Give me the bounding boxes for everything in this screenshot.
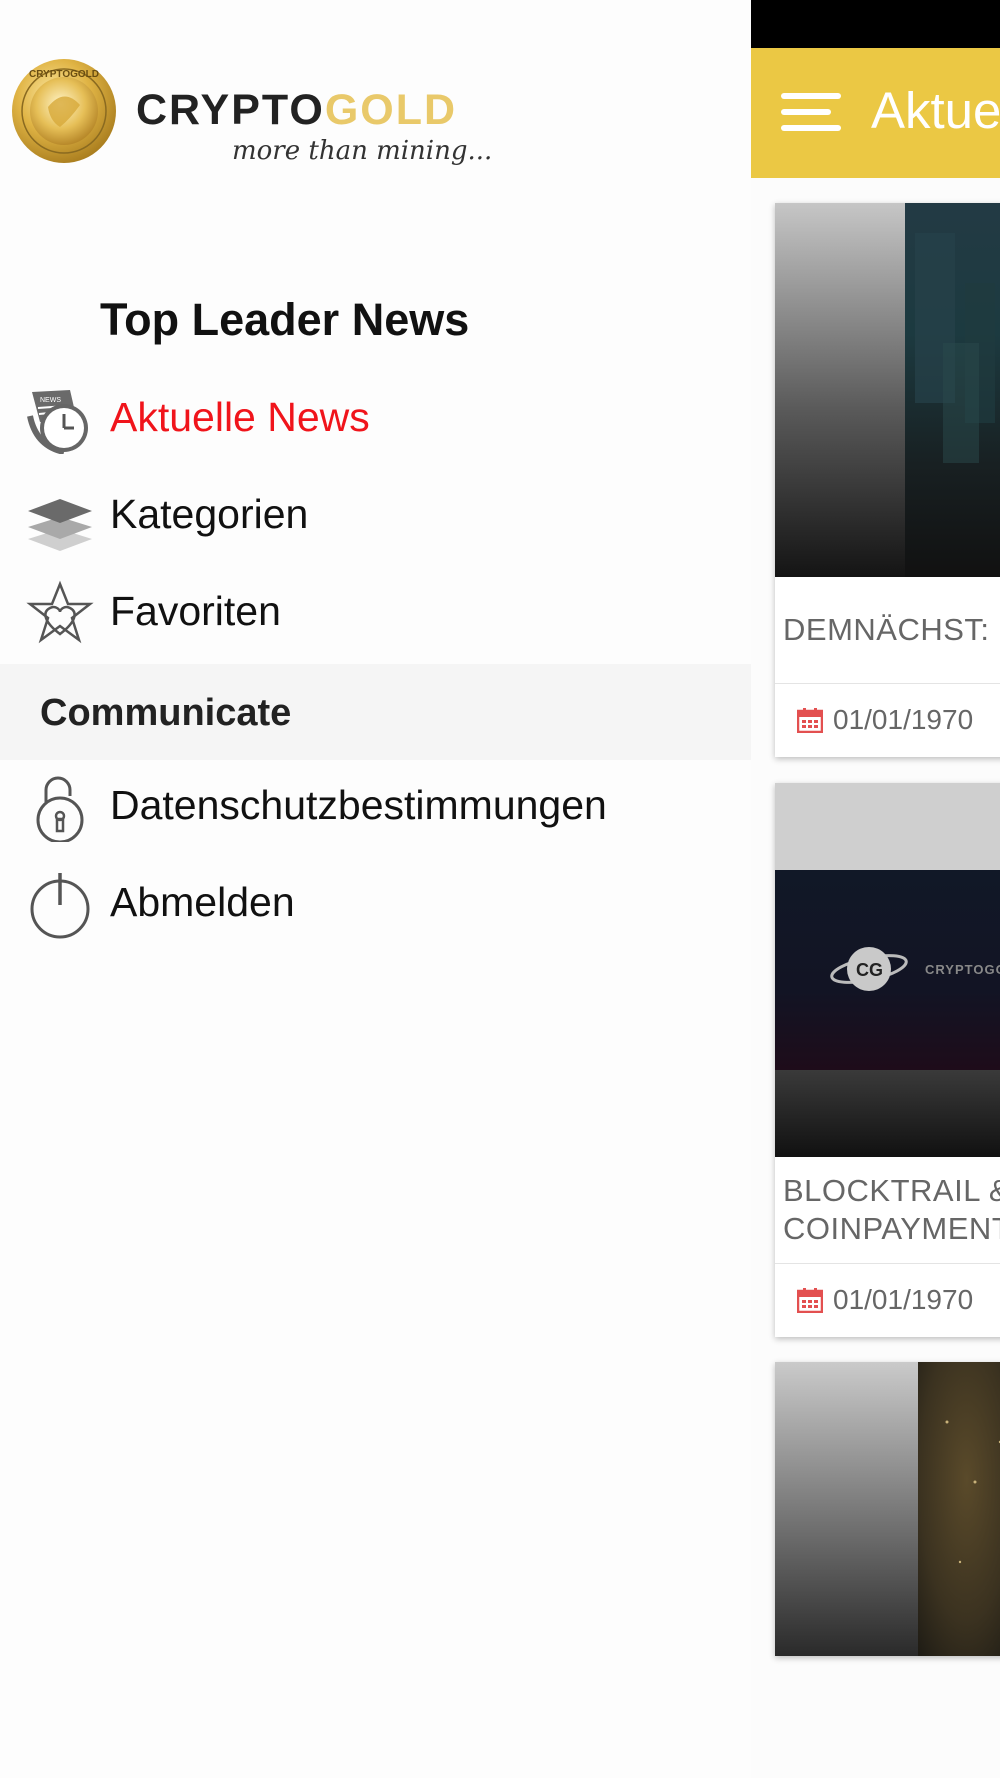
news-title-line2: COINPAYMENTS — [783, 1211, 1000, 1246]
nav-item-label: Kategorien — [110, 491, 309, 537]
nav-item-label: Aktuelle News — [110, 394, 370, 440]
thumbnail-logo-text: CRYPTOGOLD — [925, 962, 1000, 977]
cgn-logo-thumbnail: CG CRYPTOGOLD — [775, 783, 1000, 1157]
news-card[interactable]: CG CRYPTOGOLD BLOCKTRAIL & COINPAYMENTS … — [775, 783, 1000, 1337]
brand-name-part1: CRYPTO — [136, 86, 325, 134]
cryptogold-coin-logo: CRYPTOGOLD — [12, 59, 116, 163]
nav-item-aktuelle-news[interactable]: NEWS Aktuelle News — [0, 370, 751, 466]
calendar-icon — [797, 708, 823, 733]
app-bar: Aktuelle News — [751, 48, 1000, 178]
nav-item-favoriten[interactable]: Favoriten — [0, 564, 751, 660]
gold-nugget-thumbnail — [775, 1362, 1000, 1656]
nav-item-label: Abmelden — [110, 879, 295, 925]
group-header-label: Communicate — [40, 692, 292, 734]
news-title-line1: BLOCKTRAIL & — [783, 1173, 1000, 1208]
brand-name: CRYPTOGOLD — [136, 86, 457, 135]
navigation-drawer: CRYPTOGOLD CRYPTOGOLD more than mining..… — [0, 0, 751, 1778]
star-heart-icon — [26, 580, 94, 644]
layers-icon — [28, 499, 92, 551]
nav-item-datenschutzbestimmungen[interactable]: Datenschutzbestimmungen — [0, 758, 751, 854]
hamburger-menu-icon[interactable] — [781, 93, 841, 133]
power-icon — [30, 873, 90, 939]
news-date: 01/01/1970 — [775, 683, 1000, 756]
nav-item-abmelden[interactable]: Abmelden — [0, 855, 751, 951]
city-night-thumbnail — [775, 203, 1000, 577]
svg-text:CG: CG — [856, 960, 883, 980]
group-header-communicate: Communicate — [0, 664, 751, 760]
svg-text:CRYPTOGOLD: CRYPTOGOLD — [29, 69, 99, 80]
calendar-icon — [797, 1288, 823, 1313]
news-title: DEMNÄCHST: — [783, 612, 990, 647]
news-clock-icon: NEWS — [27, 390, 88, 454]
nav-item-label: Datenschutzbestimmungen — [110, 782, 607, 828]
news-date-text: 01/01/1970 — [833, 1284, 974, 1315]
app-bar-title: Aktuelle News — [871, 82, 1000, 139]
news-date-text: 01/01/1970 — [833, 704, 974, 735]
main-content: Aktuelle News — [751, 0, 1000, 1778]
brand-name-part2: GOLD — [324, 86, 458, 134]
section-heading: Top Leader News — [100, 294, 470, 345]
status-bar — [751, 0, 1000, 48]
news-card[interactable]: DEMNÄCHST: 01/01/1970 — [775, 203, 1000, 757]
nav-item-kategorien[interactable]: Kategorien — [0, 467, 751, 563]
svg-text:NEWS: NEWS — [40, 397, 61, 404]
padlock-icon — [36, 776, 84, 842]
nav-item-label: Favoriten — [110, 588, 281, 634]
brand-tagline: more than mining... — [232, 136, 493, 166]
news-card[interactable] — [775, 1362, 1000, 1656]
news-date: 01/01/1970 — [775, 1263, 1000, 1336]
